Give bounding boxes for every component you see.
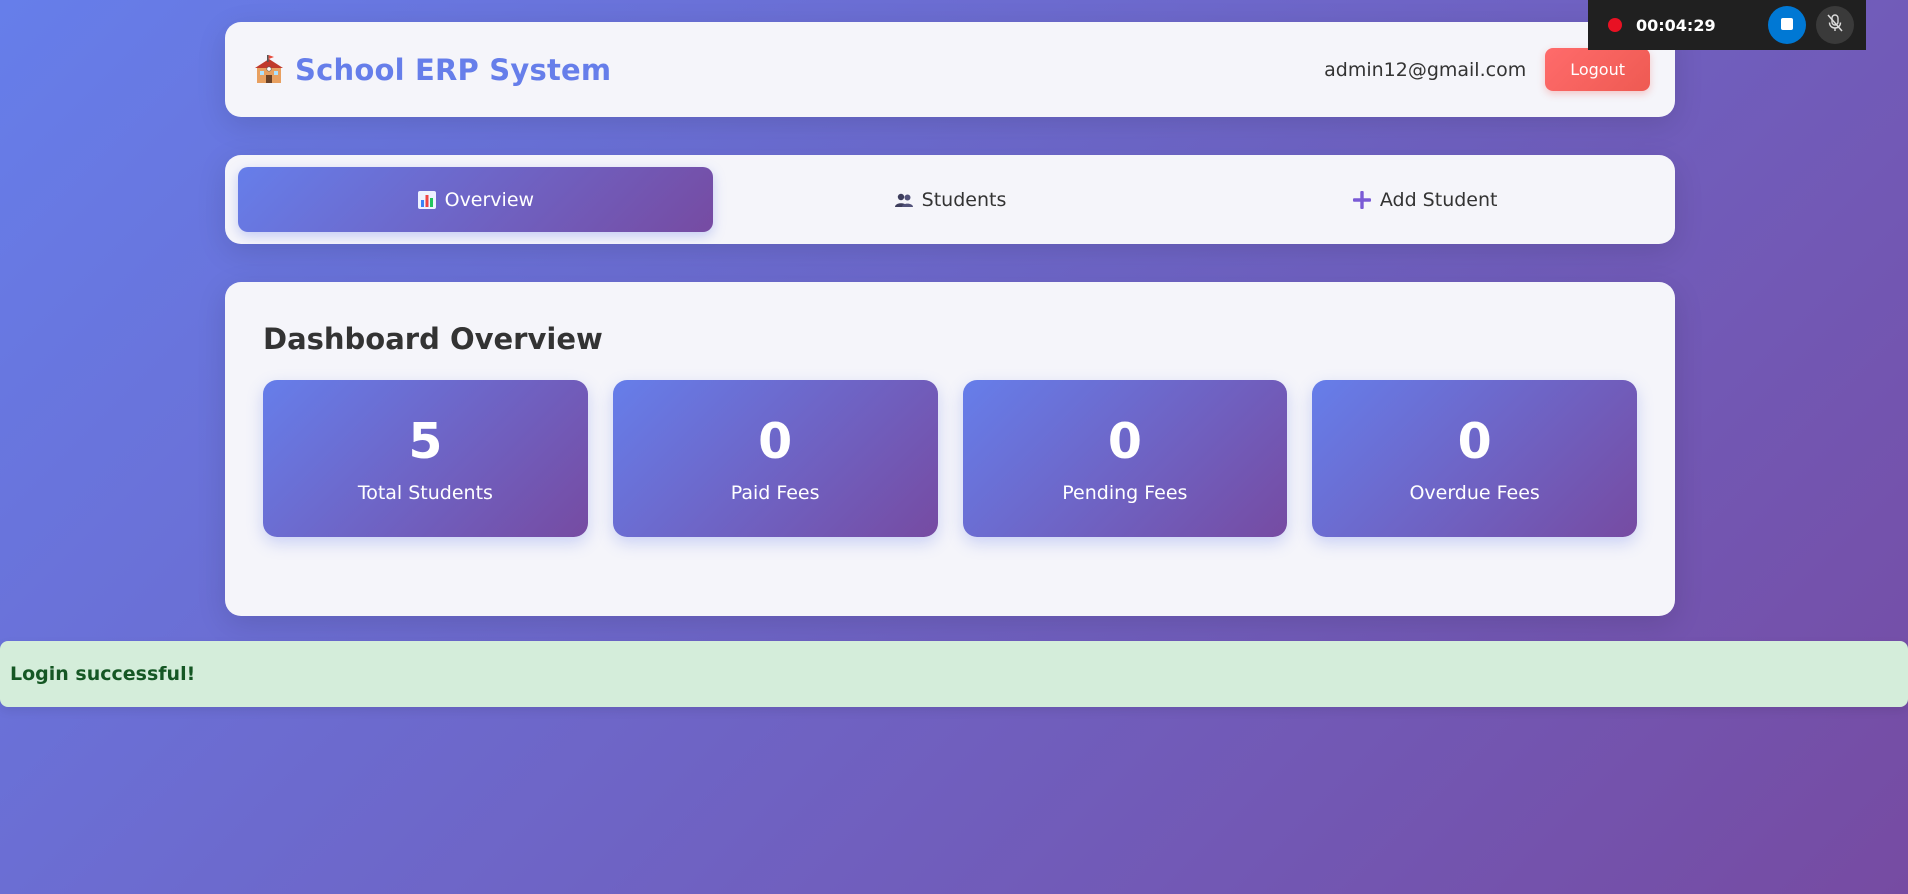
stat-value: 5 xyxy=(408,413,443,470)
recorder-controls xyxy=(1768,6,1854,44)
header-user-area: admin12@gmail.com Logout xyxy=(1324,48,1650,91)
recording-indicator-icon xyxy=(1608,18,1622,32)
dashboard-overview-panel: Dashboard Overview 5 Total Students 0 Pa… xyxy=(225,282,1675,616)
stat-value: 0 xyxy=(1107,413,1142,470)
tab-add-student[interactable]: Add Student xyxy=(1187,167,1662,232)
bar-chart-icon xyxy=(417,190,437,210)
recording-timer: 00:04:29 xyxy=(1636,15,1716,35)
stats-grid: 5 Total Students 0 Paid Fees 0 Pending F… xyxy=(263,380,1637,537)
stat-card-overdue-fees: 0 Overdue Fees xyxy=(1312,380,1637,537)
school-icon xyxy=(253,54,285,86)
nav-tabs: Overview Students Add Student xyxy=(225,155,1675,244)
tab-students-label: Students xyxy=(921,188,1007,211)
logout-button[interactable]: Logout xyxy=(1545,48,1650,91)
stat-label: Paid Fees xyxy=(730,482,820,504)
tab-overview[interactable]: Overview xyxy=(238,167,713,232)
users-icon xyxy=(894,190,914,210)
tab-students[interactable]: Students xyxy=(713,167,1188,232)
brand: School ERP System xyxy=(253,53,611,87)
toast-message: Login successful! xyxy=(10,663,196,685)
dashboard-title: Dashboard Overview xyxy=(263,322,603,356)
mic-off-icon xyxy=(1825,13,1845,37)
mute-microphone-button[interactable] xyxy=(1816,6,1854,44)
stat-card-paid-fees: 0 Paid Fees xyxy=(612,380,938,537)
user-email: admin12@gmail.com xyxy=(1324,58,1527,81)
stop-recording-button[interactable] xyxy=(1768,6,1806,44)
stat-label: Total Students xyxy=(357,482,493,504)
plus-icon xyxy=(1352,190,1372,210)
app-title: School ERP System xyxy=(295,52,612,87)
tab-overview-label: Overview xyxy=(444,188,535,211)
success-toast: Login successful! xyxy=(0,641,1908,707)
stat-card-pending-fees: 0 Pending Fees xyxy=(962,380,1288,537)
stat-label: Overdue Fees xyxy=(1409,482,1540,504)
stat-label: Pending Fees xyxy=(1062,482,1188,504)
stat-value: 0 xyxy=(1457,413,1492,470)
stat-value: 0 xyxy=(758,413,793,470)
stop-icon xyxy=(1780,16,1794,35)
app-header: School ERP System admin12@gmail.com Logo… xyxy=(225,22,1675,117)
tab-add-student-label: Add Student xyxy=(1379,188,1498,211)
stat-card-total-students: 5 Total Students xyxy=(263,380,588,537)
screen-recorder-widget: 00:04:29 xyxy=(1588,0,1866,50)
